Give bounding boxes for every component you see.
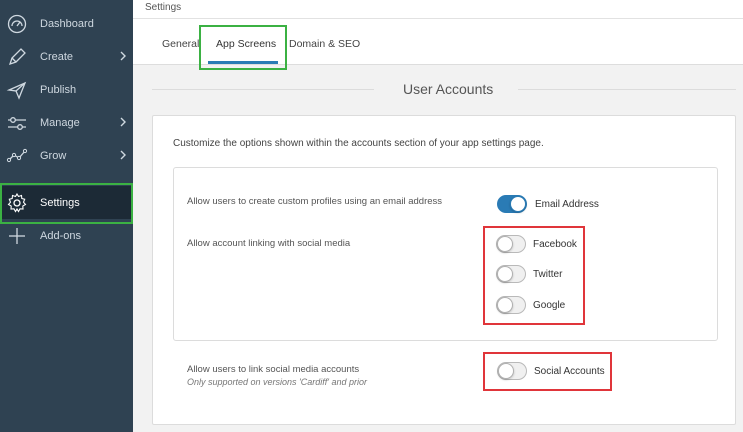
account-options-panel xyxy=(173,167,718,341)
paper-plane-icon xyxy=(6,81,27,100)
sidebar-item-grow[interactable]: Grow xyxy=(0,139,133,172)
section-description: Customize the options shown within the a… xyxy=(173,138,544,149)
sidebar-item-label: Dashboard xyxy=(40,17,94,30)
sliders-icon xyxy=(8,117,26,130)
email-address-toggle[interactable] xyxy=(497,195,527,213)
growth-chart-icon xyxy=(6,148,28,163)
tab-general[interactable]: General xyxy=(162,38,199,50)
sidebar-item-label: Manage xyxy=(40,116,80,129)
sidebar-item-create[interactable]: Create xyxy=(0,40,133,73)
toggle-knob xyxy=(510,196,526,212)
chevron-right-icon xyxy=(120,150,126,160)
settings-highlight-box xyxy=(0,183,133,224)
section-divider-left xyxy=(152,89,374,90)
dashboard-icon xyxy=(7,14,27,34)
social-toggles-highlight-box xyxy=(483,226,585,325)
plus-icon xyxy=(9,228,25,244)
breadcrumb: Settings xyxy=(145,2,182,13)
chevron-right-icon xyxy=(120,51,126,61)
sidebar-item-label: Grow xyxy=(40,149,67,162)
link-social-note: Only supported on versions 'Cardiff' and… xyxy=(187,377,368,387)
chevron-right-icon xyxy=(120,117,126,127)
section-divider-right xyxy=(518,89,736,90)
sidebar-item-manage[interactable]: Manage xyxy=(0,106,133,139)
sidebar-item-publish[interactable]: Publish xyxy=(0,73,133,106)
email-option-label: Allow users to create custom profiles us… xyxy=(187,196,443,207)
sidebar-item-label: Publish xyxy=(40,83,77,96)
sidebar-item-label: Add-ons xyxy=(40,229,81,242)
social-linking-label: Allow account linking with social media xyxy=(187,238,351,249)
section-title: User Accounts xyxy=(403,81,494,97)
sidebar-item-dashboard[interactable]: Dashboard xyxy=(0,7,133,40)
breadcrumb-bar: Settings xyxy=(133,0,743,19)
sidebar-item-label: Create xyxy=(40,50,74,63)
social-accounts-highlight-box xyxy=(483,352,612,391)
pencil-icon xyxy=(8,48,26,66)
link-social-label: Allow users to link social media account… xyxy=(187,364,360,375)
tab-domain-seo[interactable]: Domain & SEO xyxy=(289,38,360,50)
email-address-label: Email Address xyxy=(535,199,599,210)
tab-highlight-box xyxy=(199,25,287,70)
